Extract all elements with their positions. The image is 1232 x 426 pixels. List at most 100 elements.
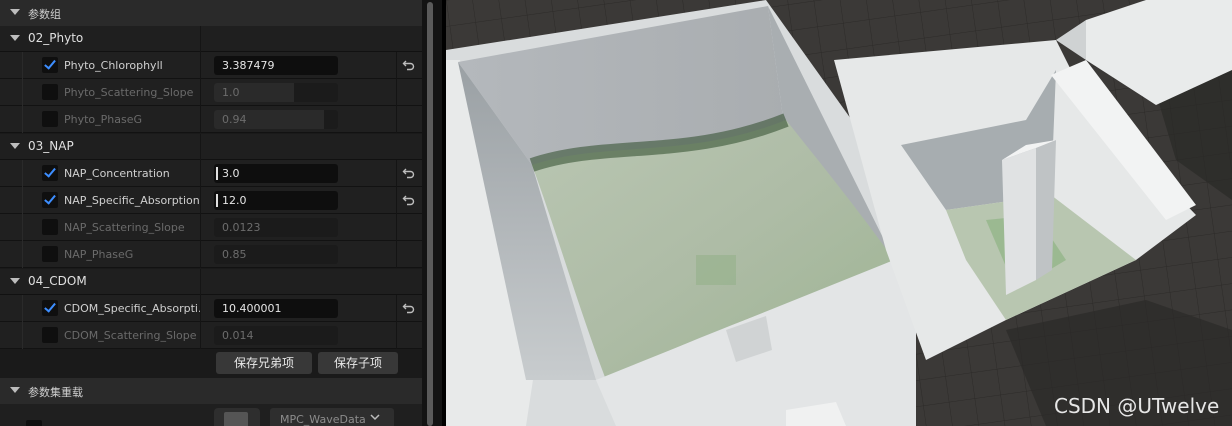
asset-picker-dropdown[interactable]: MPC_WaveData	[270, 408, 394, 426]
param-label: NAP_Specific_Absorption...	[64, 194, 200, 207]
scrollbar-thumb[interactable]	[427, 2, 433, 426]
indent-guide	[22, 106, 23, 133]
reset-to-default-icon[interactable]	[402, 193, 416, 207]
checkbox[interactable]	[42, 246, 58, 262]
save-sibling-button[interactable]: 保存兄弟项	[216, 352, 312, 374]
watermark-text: CSDN @UTwelve	[1054, 394, 1220, 418]
checkbox[interactable]	[42, 111, 58, 127]
param-row: NAP_Specific_Absorption... 12.0	[0, 187, 422, 214]
column-divider	[200, 322, 201, 349]
param-value-field[interactable]: 1.0	[214, 83, 338, 102]
param-value-field[interactable]: 3.387479	[214, 56, 338, 75]
indent-guide	[22, 160, 23, 187]
section-title: 参数集重载	[28, 386, 83, 399]
collapse-arrow-icon[interactable]	[10, 278, 20, 284]
param-label: NAP_Concentration	[64, 167, 170, 180]
group-header-nap[interactable]: 03_NAP	[0, 134, 422, 160]
param-row: Phyto_PhaseG 0.94	[0, 106, 422, 133]
chevron-down-icon	[370, 414, 380, 421]
column-divider	[200, 26, 201, 52]
column-divider	[200, 134, 201, 160]
column-divider	[200, 269, 201, 295]
reset-to-default-icon[interactable]	[402, 58, 416, 72]
text-caret	[216, 194, 218, 207]
collapse-arrow-icon[interactable]	[10, 387, 20, 393]
3d-viewport[interactable]: CSDN @UTwelve	[446, 0, 1232, 426]
indent-guide	[22, 52, 23, 79]
group-title: 03_NAP	[28, 139, 74, 153]
param-row: CDOM_Specific_Absorpti... 10.400001	[0, 295, 422, 322]
param-label: Phyto_Scattering_Slope	[64, 86, 194, 99]
section-header-parameter-override[interactable]: 参数集重载	[0, 378, 422, 404]
param-row: NAP_Concentration 3.0	[0, 160, 422, 187]
param-label: NAP_Scattering_Slope	[64, 221, 185, 234]
param-value: 3.0	[222, 167, 240, 180]
param-value-field[interactable]: 10.400001	[214, 299, 338, 318]
param-label: Phyto_PhaseG	[64, 113, 143, 126]
param-row: Phyto_Scattering_Slope 1.0	[0, 79, 422, 106]
param-value: 1.0	[222, 86, 240, 99]
text-caret	[216, 167, 218, 180]
indent-guide	[22, 214, 23, 241]
group-header-cdom[interactable]: 04_CDOM	[0, 269, 422, 295]
column-divider	[396, 52, 397, 79]
param-row: Phyto_Chlorophyll 3.387479	[0, 52, 422, 79]
group-header-phyto[interactable]: 02_Phyto	[0, 26, 422, 52]
button-bar: 保存兄弟项 保存子项	[0, 350, 422, 378]
param-value: 10.400001	[222, 302, 282, 315]
param-label: NAP_PhaseG	[64, 248, 134, 261]
param-value-field[interactable]: 3.0	[214, 164, 338, 183]
editor-window: 参数组 02_Phyto Phyto_Chlorophyll 3.387479 …	[0, 0, 1232, 426]
parameter-panel: 参数组 02_Phyto Phyto_Chlorophyll 3.387479 …	[0, 0, 422, 426]
column-divider	[396, 106, 397, 133]
group-title: 02_Phyto	[28, 31, 84, 45]
column-divider	[200, 160, 201, 187]
column-divider	[200, 187, 201, 214]
param-value-field[interactable]: 0.014	[214, 326, 338, 345]
param-value: 12.0	[222, 194, 247, 207]
column-divider	[396, 322, 397, 349]
indent-guide	[22, 79, 23, 106]
checkbox[interactable]	[26, 420, 42, 426]
param-value: 3.387479	[222, 59, 275, 72]
param-label: CDOM_Specific_Absorpti...	[64, 302, 200, 315]
panel-scrollbar[interactable]	[422, 0, 446, 426]
asset-thumbnail[interactable]	[214, 408, 260, 426]
asset-row: MPC_WaveData	[0, 404, 422, 426]
column-divider	[396, 214, 397, 241]
reset-to-default-icon[interactable]	[402, 301, 416, 315]
reset-to-default-icon[interactable]	[402, 166, 416, 180]
indent-guide	[22, 187, 23, 214]
water-patch	[696, 255, 736, 285]
checkbox-check-icon[interactable]	[42, 300, 58, 316]
column-divider	[200, 214, 201, 241]
checkbox[interactable]	[42, 84, 58, 100]
param-value-field[interactable]: 0.0123	[214, 218, 338, 237]
param-value-field[interactable]: 0.85	[214, 245, 338, 264]
collapse-arrow-icon[interactable]	[10, 9, 20, 15]
checkbox-check-icon[interactable]	[42, 192, 58, 208]
section-header-parameter-groups[interactable]: 参数组	[0, 0, 422, 26]
column-divider	[200, 241, 201, 268]
collapse-arrow-icon[interactable]	[10, 35, 20, 41]
param-value: 0.94	[222, 113, 247, 126]
column-divider	[396, 79, 397, 106]
column-divider	[200, 79, 201, 106]
checkbox[interactable]	[42, 327, 58, 343]
checkbox[interactable]	[42, 219, 58, 235]
column-divider	[396, 241, 397, 268]
section-title: 参数组	[28, 8, 61, 21]
param-value: 0.85	[222, 248, 247, 261]
param-value-field[interactable]: 12.0	[214, 191, 338, 210]
param-row: NAP_Scattering_Slope 0.0123	[0, 214, 422, 241]
column-divider	[396, 295, 397, 322]
viewport-scene	[446, 0, 1232, 426]
checkbox-check-icon[interactable]	[42, 165, 58, 181]
column-divider	[200, 52, 201, 79]
column-divider	[396, 187, 397, 214]
save-child-button[interactable]: 保存子项	[318, 352, 398, 374]
param-value-field[interactable]: 0.94	[214, 110, 338, 129]
collapse-arrow-icon[interactable]	[10, 143, 20, 149]
indent-guide	[22, 322, 23, 349]
checkbox-check-icon[interactable]	[42, 57, 58, 73]
